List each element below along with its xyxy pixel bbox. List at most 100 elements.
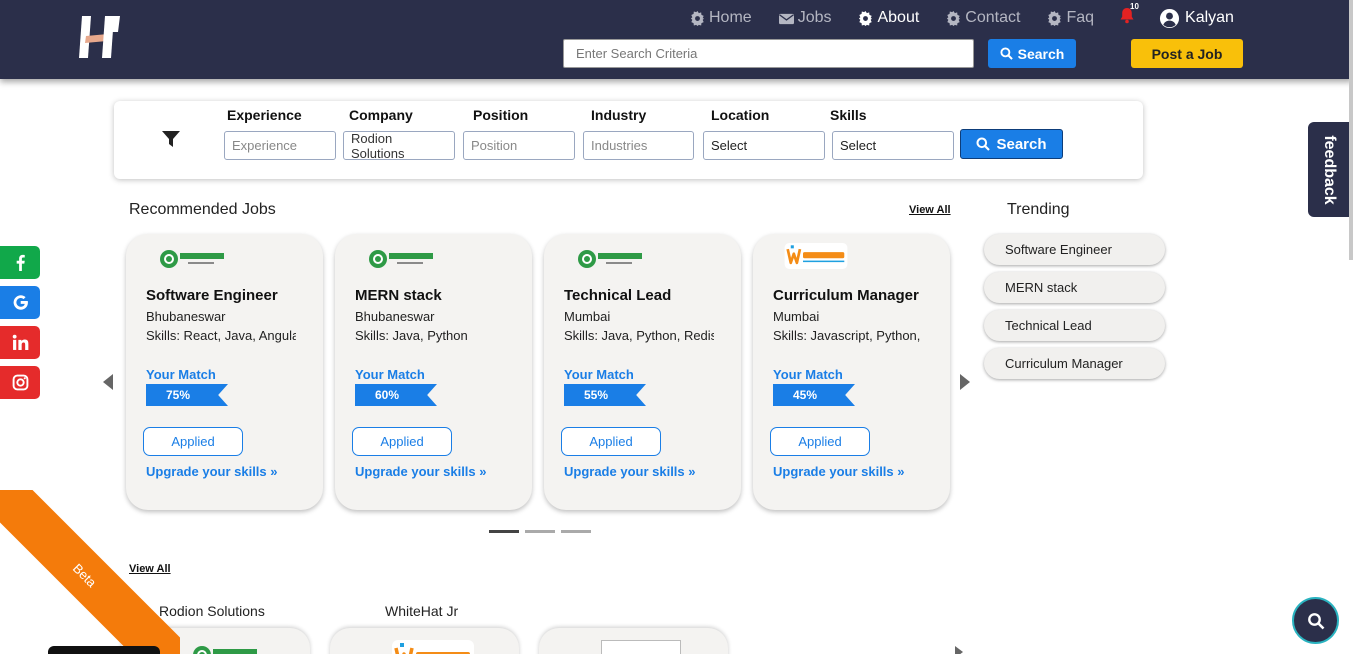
floating-search-button[interactable] [1292,597,1339,644]
job-location: Bhubaneswar [355,309,435,324]
user-avatar-icon [1159,8,1180,28]
upgrade-skills-link[interactable]: Upgrade your skills » [355,464,487,479]
experience-label: Experience [227,107,302,123]
filter-search-button[interactable]: Search [960,129,1063,159]
notification-count: 10 [1130,2,1139,11]
job-title: MERN stack [355,287,442,304]
applied-button[interactable]: Applied [143,427,243,456]
facebook-icon [16,254,25,271]
google-link[interactable] [0,286,40,319]
applied-button[interactable]: Applied [770,427,870,456]
carousel-dot[interactable] [489,530,519,533]
nav-faq-label: Faq [1066,9,1095,26]
gear-icon [690,10,705,26]
job-title: Curriculum Manager [773,287,919,304]
nav-faq[interactable]: Faq [1047,9,1094,27]
trending-item[interactable]: Curriculum Manager [984,348,1165,379]
trending-item[interactable]: Software Engineer [984,234,1165,265]
company-name[interactable]: Rodion Solutions [159,603,265,619]
trending-title: Trending [1007,201,1070,218]
search-icon [1000,47,1013,60]
match-percentage-badge: 75% [146,384,228,406]
user-menu[interactable]: Kalyan [1159,8,1234,29]
trending-item[interactable]: MERN stack [984,272,1165,303]
feedback-label: feedback [1320,134,1338,205]
gear-icon [859,10,873,26]
company-card[interactable] [330,628,519,654]
carousel-next-arrow[interactable] [960,374,970,390]
nav-contact-label: Contact [965,9,1021,26]
match-percentage-badge: 55% [564,384,646,406]
google-icon [13,295,28,310]
match-percentage-badge: 60% [355,384,437,406]
site-logo[interactable] [78,12,122,62]
nav-contact[interactable]: Contact [946,9,1020,27]
recommended-view-all-link[interactable]: View All [909,204,951,216]
industry-label: Industry [591,107,647,123]
carousel-dot[interactable] [561,530,591,533]
rodion-logo [578,250,642,268]
global-search-input[interactable] [563,39,974,68]
linkedin-icon [12,334,28,350]
job-card[interactable]: Curriculum Manager Mumbai Skills: Javasc… [753,234,950,510]
skills-select[interactable]: Select [832,131,954,160]
nav-about[interactable]: About [858,9,919,27]
feedback-tab[interactable]: feedback [1308,122,1349,217]
upgrade-skills-link[interactable]: Upgrade your skills » [773,464,905,479]
companies-view-all-link[interactable]: View All [129,563,171,575]
match-percentage-badge: 45% [773,384,855,406]
upgrade-skills-link[interactable]: Upgrade your skills » [146,464,278,479]
filter-icon [162,131,180,147]
bottom-dark-tab[interactable] [48,646,160,654]
trending-item[interactable]: Technical Lead [984,310,1165,341]
rodion-logo [193,646,257,654]
position-input[interactable]: Position [463,131,575,160]
industry-input[interactable]: Industries [583,131,694,160]
location-select[interactable]: Select [703,131,825,160]
company-name[interactable]: WhiteHat Jr [385,603,458,619]
company-input[interactable]: Rodion Solutions [343,131,455,161]
rodion-logo [369,250,433,268]
job-skills: Skills: React, Java, Angula [146,328,296,343]
location-label: Location [711,107,770,123]
nav-jobs[interactable]: Jobs [778,9,831,27]
page-scrollbar[interactable] [1349,0,1353,260]
instagram-icon [12,374,28,391]
job-card[interactable]: MERN stack Bhubaneswar Skills: Java, Pyt… [335,234,532,510]
global-search-button[interactable]: Search [988,39,1076,68]
carousel-prev-arrow[interactable] [103,374,113,390]
filter-search-button-label: Search [996,135,1047,153]
nav-home[interactable]: Home [690,9,752,27]
skills-label: Skills [830,107,867,123]
job-title: Software Engineer [146,287,278,304]
beta-label: Beta [70,560,100,590]
experience-input[interactable]: Experience [224,131,336,160]
gear-icon [947,10,961,26]
applied-button[interactable]: Applied [352,427,452,456]
main-nav: Home Jobs About Contact Faq 10 Kalyan [690,2,1234,29]
linkedin-link[interactable] [0,326,40,359]
facebook-link[interactable] [0,246,40,279]
user-name: Kalyan [1185,9,1234,26]
carousel-dot[interactable] [525,530,555,533]
global-search-button-label: Search [1017,45,1065,62]
job-filter-panel: Experience Company Position Industry Loc… [114,101,1143,179]
job-card[interactable]: Technical Lead Mumbai Skills: Java, Pyth… [544,234,741,510]
applied-button[interactable]: Applied [561,427,661,456]
notifications-button[interactable]: 10 [1119,2,1139,29]
nav-about-label: About [877,9,920,26]
post-job-button[interactable]: Post a Job [1131,39,1243,68]
match-label: Your Match [773,367,843,382]
job-card[interactable]: Software Engineer Bhubaneswar Skills: Re… [126,234,323,510]
instagram-link[interactable] [0,366,40,399]
whitehat-logo [784,243,848,269]
job-location: Mumbai [773,309,820,324]
job-skills: Skills: Java, Python [355,328,468,343]
recommended-jobs-title: Recommended Jobs [129,201,276,218]
company-card[interactable] [539,628,728,654]
search-icon [1307,612,1324,629]
top-header: Home Jobs About Contact Faq 10 Kalyan En… [0,0,1353,79]
upgrade-skills-link[interactable]: Upgrade your skills » [564,464,696,479]
companies-next-arrow[interactable] [955,646,963,654]
job-location: Bhubaneswar [146,309,226,324]
